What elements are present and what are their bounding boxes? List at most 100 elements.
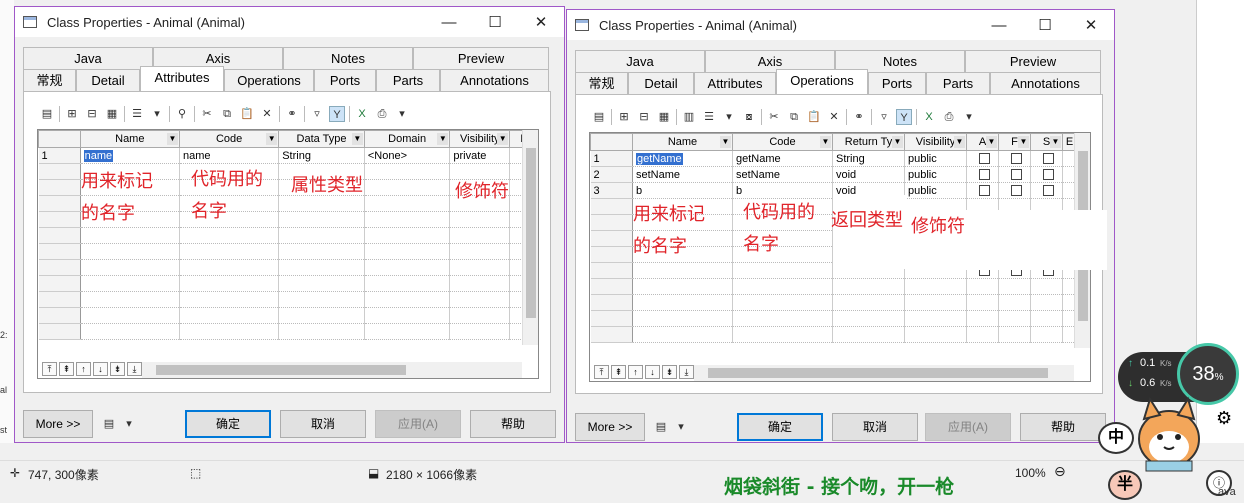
report-dropdown-icon[interactable]: ▾ — [673, 419, 689, 435]
table-row[interactable] — [38, 275, 538, 292]
column-header-name[interactable]: Name ▼ — [632, 133, 733, 151]
maximize-button[interactable]: ☐ — [1022, 16, 1068, 34]
cell-data-type[interactable]: String — [278, 147, 365, 164]
zoom-out-icon[interactable]: ⊖ — [1054, 463, 1066, 480]
properties-icon[interactable]: ▤ — [591, 109, 607, 125]
final-checkbox[interactable] — [1010, 169, 1022, 181]
move-up-icon[interactable]: ↑ — [628, 365, 643, 379]
table-row[interactable] — [590, 278, 1077, 295]
table-row[interactable] — [590, 326, 1077, 343]
tab-operations[interactable]: Operations — [776, 69, 868, 94]
tab-attributes[interactable]: Attributes — [140, 66, 224, 91]
final-checkbox[interactable] — [1010, 153, 1022, 165]
tab-java[interactable]: Java — [575, 50, 705, 72]
paste-icon[interactable]: 📋 — [806, 109, 822, 125]
print-dropdown-icon[interactable]: ▾ — [394, 106, 410, 122]
table-row[interactable] — [38, 243, 538, 260]
static-checkbox[interactable] — [1042, 185, 1054, 197]
tab-annotations[interactable]: Annotations — [440, 69, 549, 91]
print-icon[interactable]: ⎙ — [941, 109, 957, 125]
column-header-domain[interactable]: Domain ▼ — [363, 130, 451, 148]
column-header-visibility[interactable]: Visibility ▼ — [904, 133, 967, 151]
static-checkbox[interactable] — [1042, 169, 1054, 181]
table-row[interactable] — [590, 310, 1077, 327]
grid-horizontal-scrollbar[interactable] — [694, 365, 1074, 381]
excel-export-icon[interactable]: X — [354, 106, 370, 122]
tab-notes[interactable]: Notes — [283, 47, 413, 69]
abstract-checkbox[interactable] — [978, 153, 990, 165]
insert-row-icon[interactable]: ⊞ — [616, 109, 632, 125]
abstract-checkbox[interactable] — [978, 185, 990, 197]
report-icon[interactable]: ▤ — [101, 416, 117, 432]
help-button[interactable]: 帮助 — [1020, 413, 1106, 441]
tab-general[interactable]: 常规 — [23, 69, 76, 91]
table-row[interactable] — [38, 227, 538, 244]
image-viewer-horizontal-scrollbar[interactable] — [0, 443, 1244, 460]
move-page-down-icon[interactable]: ⇟ — [110, 362, 125, 376]
cell-code[interactable]: name — [179, 147, 280, 164]
minimize-button[interactable]: — — [976, 17, 1022, 34]
table-row[interactable] — [38, 307, 538, 324]
customize-columns-icon[interactable]: ☰ — [701, 109, 717, 125]
move-page-down-icon[interactable]: ⇟ — [662, 365, 677, 379]
filter-icon[interactable]: ▿ — [309, 106, 325, 122]
minimize-button[interactable]: — — [426, 14, 472, 31]
properties-icon[interactable]: ▤ — [39, 106, 55, 122]
filter-icon[interactable]: ▿ — [876, 109, 892, 125]
tab-ports[interactable]: Ports — [314, 69, 376, 91]
delete-icon[interactable]: ✕ — [826, 109, 842, 125]
cancel-button[interactable]: 取消 — [832, 413, 918, 441]
ok-button[interactable]: 确定 — [737, 413, 823, 441]
filter-active-icon[interactable]: Y — [329, 106, 345, 122]
static-checkbox[interactable] — [1042, 153, 1054, 165]
override-icon[interactable]: ⧇ — [741, 109, 757, 125]
find-icon[interactable]: ⚭ — [851, 109, 867, 125]
cut-icon[interactable]: ✂ — [199, 106, 215, 122]
cell-visibility[interactable]: public — [904, 166, 967, 183]
cell-return-type[interactable]: String — [832, 150, 905, 167]
column-header-code[interactable]: Code ▼ — [732, 133, 833, 151]
column-header-final[interactable]: F ▼ — [998, 133, 1031, 151]
report-dropdown-icon[interactable]: ▾ — [121, 416, 137, 432]
cell-name[interactable]: name — [80, 147, 180, 164]
table-row[interactable] — [590, 294, 1077, 311]
cut-icon[interactable]: ✂ — [766, 109, 782, 125]
cell-code[interactable]: getName — [732, 150, 833, 167]
customize-columns-icon[interactable]: ☰ — [129, 106, 145, 122]
print-dropdown-icon[interactable]: ▾ — [961, 109, 977, 125]
insert-row-icon[interactable]: ⊞ — [64, 106, 80, 122]
copy-icon[interactable]: ⧉ — [786, 109, 802, 125]
cell-domain[interactable]: <None> — [364, 147, 451, 164]
cell-name[interactable]: getName — [632, 150, 733, 167]
table-row[interactable]: 1 getName getName String public — [590, 150, 1077, 167]
move-page-up-icon[interactable]: ⇞ — [59, 362, 74, 376]
final-checkbox[interactable] — [1010, 185, 1022, 197]
abstract-checkbox[interactable] — [978, 169, 990, 181]
tab-annotations[interactable]: Annotations — [990, 72, 1101, 94]
tab-parts[interactable]: Parts — [376, 69, 440, 91]
grid-horizontal-scrollbar[interactable] — [142, 362, 522, 378]
table-row[interactable] — [38, 259, 538, 276]
help-button[interactable]: 帮助 — [470, 410, 556, 438]
ok-button[interactable]: 确定 — [185, 410, 271, 438]
apply-button[interactable]: 应用(A) — [925, 413, 1011, 441]
tab-detail[interactable]: Detail — [628, 72, 694, 94]
tab-general[interactable]: 常规 — [575, 72, 628, 94]
report-icon[interactable]: ▤ — [653, 419, 669, 435]
pin-icon[interactable]: ⚲ — [174, 106, 190, 122]
column-header-code[interactable]: Code ▼ — [178, 130, 280, 148]
ime-chinese-indicator[interactable]: 中 — [1098, 422, 1134, 454]
cell-name[interactable]: setName — [632, 166, 733, 183]
move-bottom-icon[interactable]: ⤓ — [127, 362, 142, 376]
add-attributes-icon[interactable]: ▦ — [104, 106, 120, 122]
table-row[interactable]: 2 setName setName void public — [590, 166, 1077, 183]
cancel-button[interactable]: 取消 — [280, 410, 366, 438]
table-row[interactable] — [38, 291, 538, 308]
find-icon[interactable]: ⚭ — [284, 106, 300, 122]
close-button[interactable]: ✕ — [518, 13, 564, 31]
cell-name[interactable]: b — [632, 182, 733, 199]
cell-visibility[interactable]: public — [904, 182, 967, 199]
table-row[interactable]: 1 name name String <None> private — [38, 147, 538, 164]
maximize-button[interactable]: ☐ — [472, 13, 518, 31]
move-down-icon[interactable]: ↓ — [645, 365, 660, 379]
